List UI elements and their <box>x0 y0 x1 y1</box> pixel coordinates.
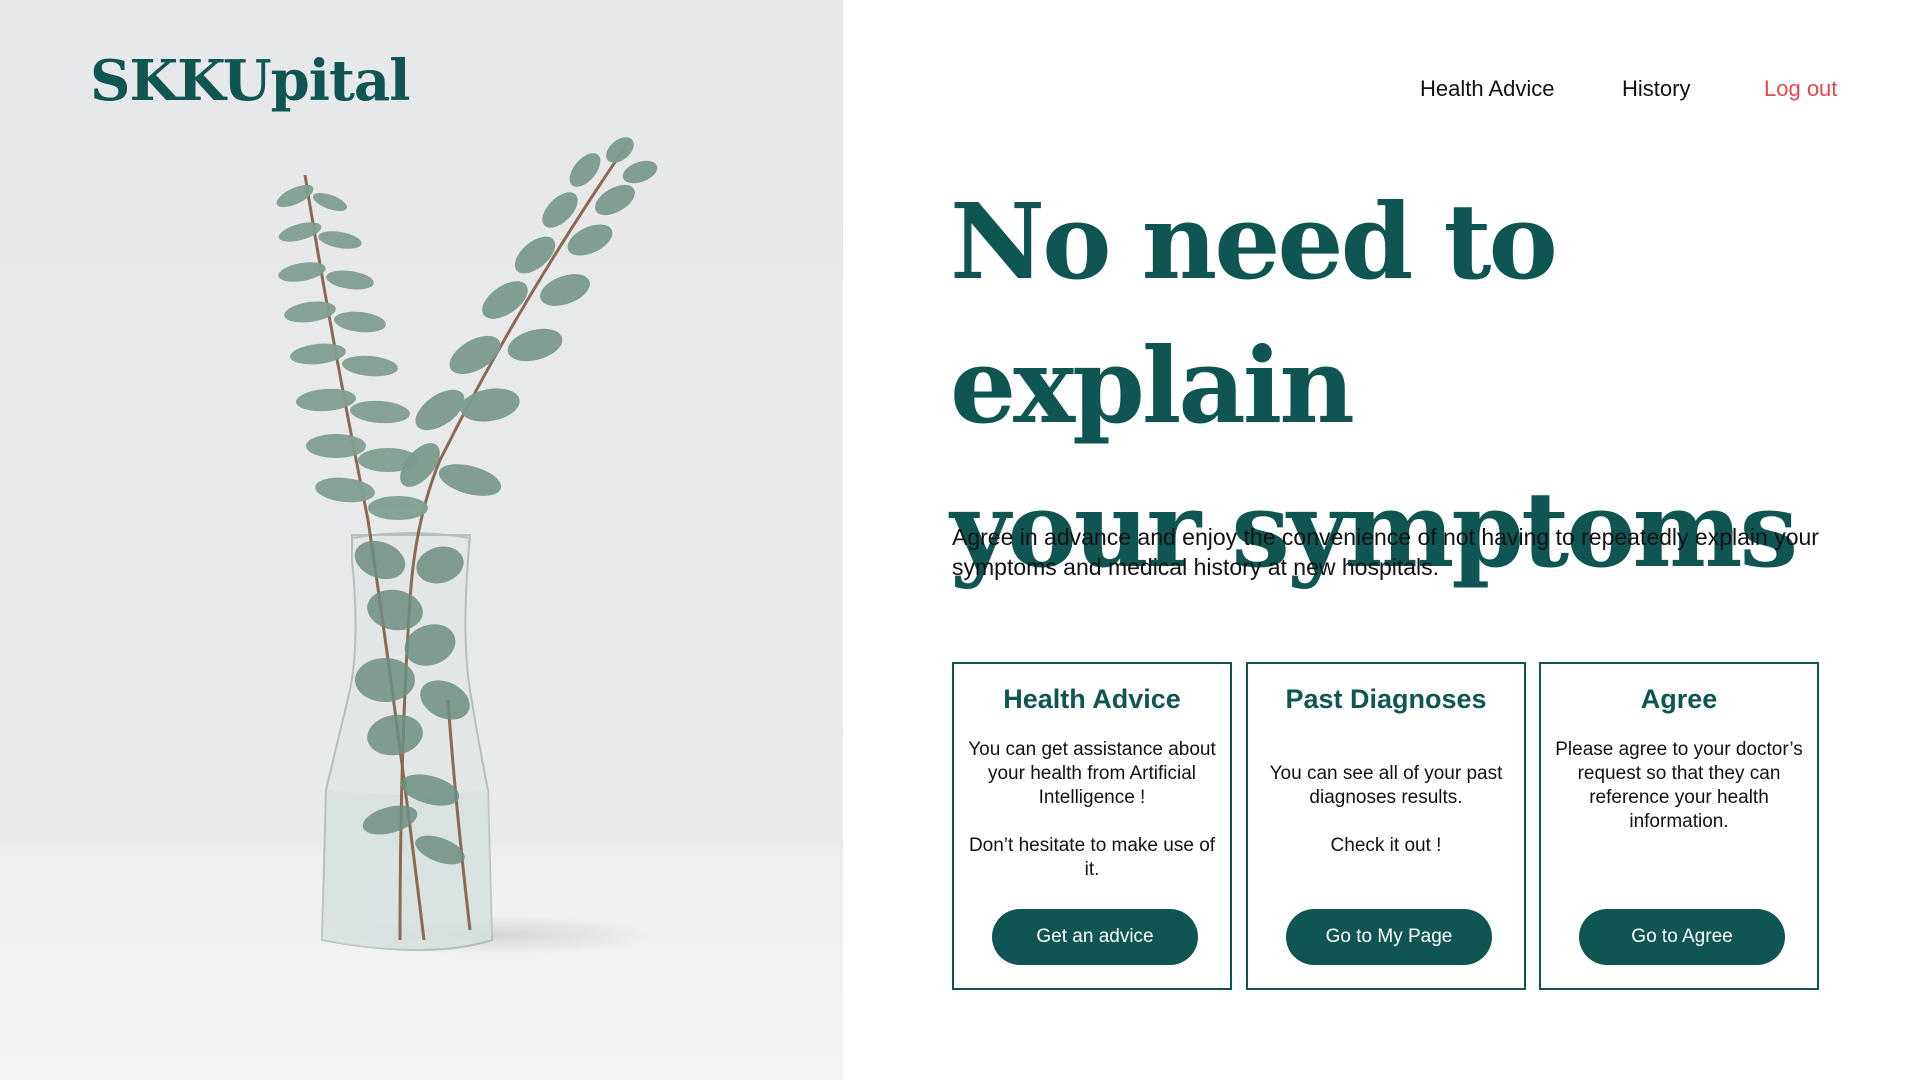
leaves-right <box>400 137 658 496</box>
nav-link-history[interactable]: History <box>1622 76 1690 102</box>
card-body: You can see all of your past diagnoses r… <box>1260 762 1512 858</box>
card-text: Don’t hesitate to make use of it. <box>968 835 1216 880</box>
card-past-diagnoses: Past Diagnoses You can see all of your p… <box>1246 662 1526 990</box>
card-text: Please agree to your doctor’s request so… <box>1555 739 1803 832</box>
card-agree: Agree Please agree to your doctor’s requ… <box>1539 662 1819 990</box>
nav-link-logout[interactable]: Log out <box>1764 76 1837 102</box>
card-body: Please agree to your doctor’s request so… <box>1553 738 1805 834</box>
hero-title-line-1: No need to explain <box>950 180 1558 447</box>
hero-photo-panel: SKKUpital <box>0 0 843 1080</box>
card-text: You can see all of your past diagnoses r… <box>1269 763 1503 808</box>
card-title: Agree <box>1640 684 1718 714</box>
eucalyptus-vase-image <box>276 137 658 951</box>
card-body: You can get assistance about your health… <box>966 738 1218 882</box>
hero-subtitle: Agree in advance and enjoy the convenien… <box>952 524 1819 580</box>
card-text: Check it out ! <box>1330 835 1442 856</box>
landing-page: SKKUpital Health Advice History Log out … <box>0 0 1920 1080</box>
card-title: Health Advice <box>1003 684 1181 714</box>
card-title: Past Diagnoses <box>1285 684 1487 714</box>
card-health-advice: Health Advice You can get assistance abo… <box>952 662 1232 990</box>
get-advice-button[interactable]: Get an advice <box>992 909 1198 965</box>
card-text: You can get assistance about your health… <box>968 739 1216 808</box>
go-to-agree-button[interactable]: Go to Agree <box>1579 909 1785 965</box>
go-to-my-page-button[interactable]: Go to My Page <box>1286 909 1492 965</box>
nav-link-health-advice[interactable]: Health Advice <box>1420 76 1555 102</box>
logo[interactable]: SKKUpital <box>90 48 410 114</box>
